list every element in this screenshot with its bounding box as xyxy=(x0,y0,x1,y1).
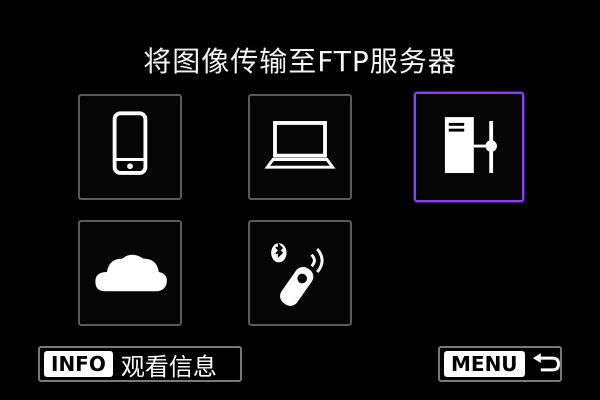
cloud-icon xyxy=(95,254,167,292)
info-key: INFO xyxy=(44,351,113,377)
cloud-tile[interactable] xyxy=(78,220,182,326)
info-button[interactable]: INFO 观看信息 xyxy=(38,346,242,382)
menu-key: MENU xyxy=(444,351,525,377)
ftp-server-icon xyxy=(444,117,497,174)
laptop-icon xyxy=(264,121,336,169)
menu-back-button[interactable]: MENU xyxy=(438,346,562,382)
return-arrow-icon xyxy=(532,353,560,372)
bluetooth-remote-icon xyxy=(271,242,324,306)
info-label: 观看信息 xyxy=(120,352,217,381)
ftp-server-tile[interactable] xyxy=(414,92,524,202)
screen-title: 将图像传输至FTP服务器 xyxy=(143,45,457,78)
smartphone-tile[interactable] xyxy=(78,94,182,200)
bluetooth-remote-tile[interactable] xyxy=(248,220,352,326)
smartphone-icon xyxy=(112,111,148,175)
computer-tile[interactable] xyxy=(248,94,352,200)
